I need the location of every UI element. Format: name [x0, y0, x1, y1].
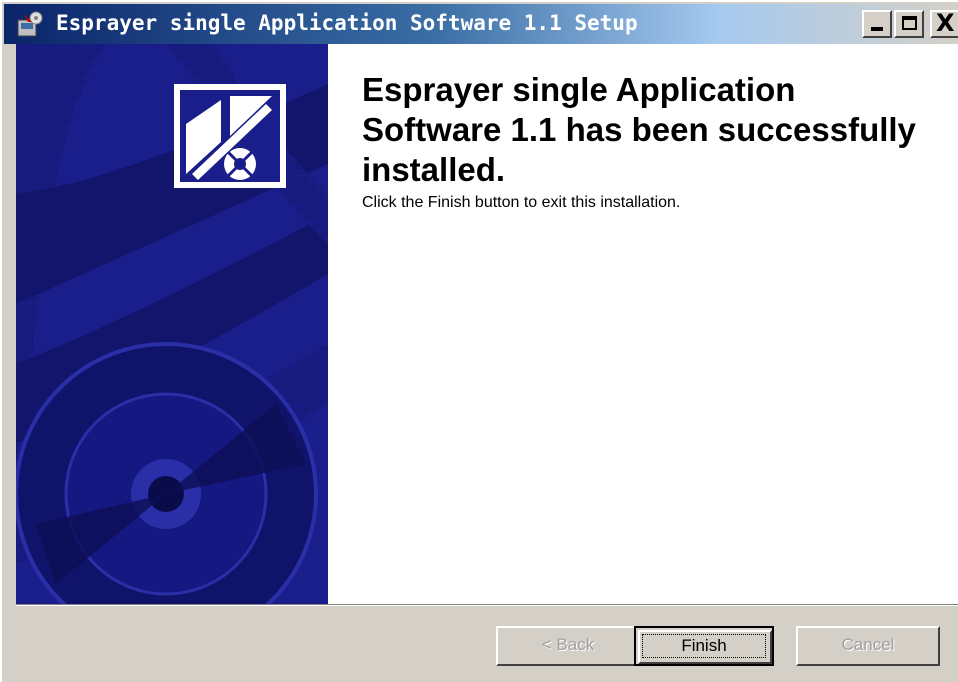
setup-window: Esprayer single Application Software 1.1… — [0, 0, 958, 682]
maximize-icon — [902, 16, 917, 30]
setup-banner-image — [16, 44, 328, 604]
finish-button[interactable]: Finish — [634, 626, 774, 666]
completion-heading: Esprayer single Application Software 1.1… — [362, 71, 916, 188]
title-bar[interactable]: Esprayer single Application Software 1.1… — [4, 4, 958, 44]
cancel-button[interactable]: Cancel — [796, 626, 940, 666]
content-panel: Esprayer single Application Software 1.1… — [328, 44, 958, 604]
close-icon: X — [936, 9, 955, 37]
maximize-button[interactable] — [894, 10, 924, 38]
window-title: Esprayer single Application Software 1.1… — [56, 11, 638, 35]
completion-description: Click the Finish button to exit this ins… — [362, 194, 681, 211]
minimize-button[interactable] — [862, 10, 892, 38]
window-controls: X — [862, 9, 958, 38]
back-button[interactable]: < Back — [496, 626, 640, 666]
separator — [16, 604, 958, 606]
close-button[interactable]: X — [930, 9, 958, 38]
minimize-icon — [871, 27, 883, 31]
installer-icon[interactable] — [16, 10, 48, 38]
finish-button-label: Finish — [642, 634, 766, 658]
